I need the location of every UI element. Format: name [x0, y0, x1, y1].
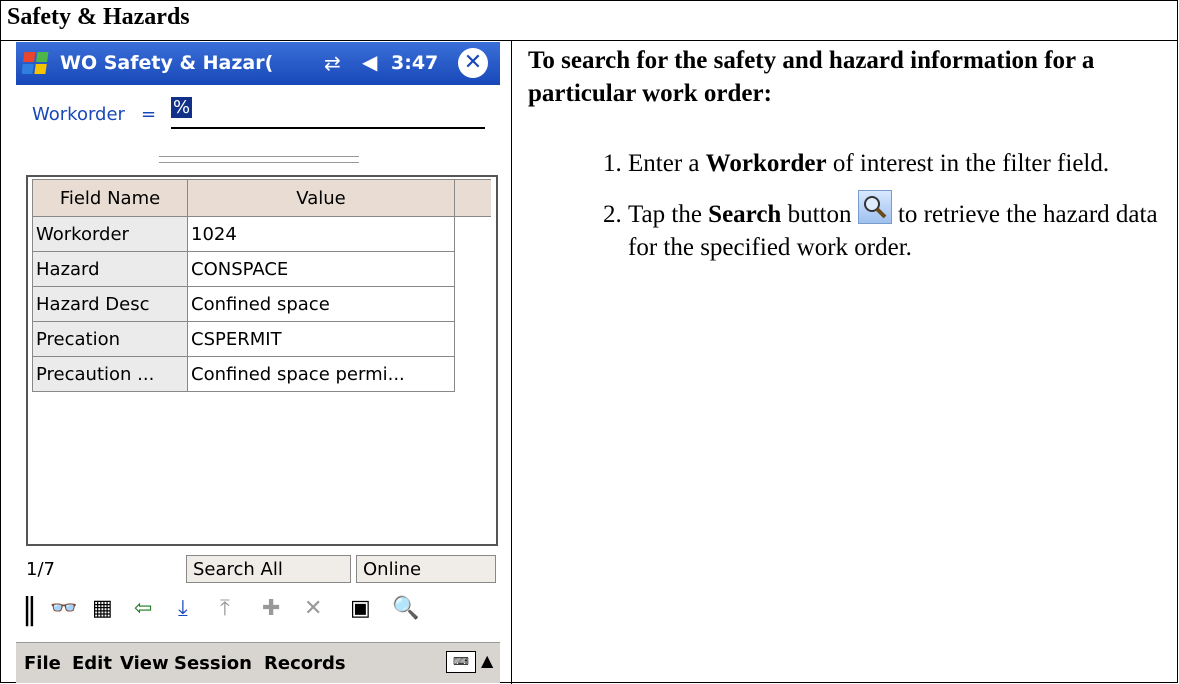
step-2-term: Search: [708, 201, 782, 228]
menu-file[interactable]: File: [24, 653, 61, 674]
cell-field: Workorder: [32, 216, 188, 252]
menu-edit[interactable]: Edit: [72, 653, 112, 674]
results-table: Field Name Value Workorder 1024 Hazard C…: [32, 179, 491, 392]
search-mode-badge[interactable]: Search All: [186, 555, 351, 583]
list-out-icon[interactable]: ⤒: [220, 596, 230, 621]
windows-start-icon[interactable]: [22, 48, 52, 78]
pda-screenshot: WO Safety & Hazar( ⇄ ◀ 3:47 ✕ Workorder …: [16, 42, 500, 683]
status-row: 1/7 Search All Online: [26, 555, 498, 585]
table-row[interactable]: Workorder 1024: [32, 216, 491, 252]
cell-value: CONSPACE: [187, 251, 455, 287]
step-1-term: Workorder: [705, 150, 827, 177]
workorder-filter-input[interactable]: %: [171, 97, 485, 129]
step-2: Tap the Search button to retrieve the ha…: [628, 190, 1173, 264]
toolbar: ‖ 👓 ▦ ⇦ ⤓ ⤒ ✚ ✕ ▣ 🔍: [20, 592, 498, 630]
results-grid[interactable]: Field Name Value Workorder 1024 Hazard C…: [26, 175, 498, 546]
filter-label: Workorder: [32, 104, 125, 125]
add-icon[interactable]: ✚: [262, 596, 280, 621]
filter-operator: =: [141, 104, 157, 125]
cell-value: Confined space: [187, 286, 455, 322]
menu-session[interactable]: Session: [174, 653, 252, 674]
cell-field: Precaution ...: [32, 356, 188, 392]
table-row[interactable]: Hazard Desc Confined space: [32, 286, 491, 322]
close-icon[interactable]: ✕: [458, 48, 488, 78]
cell-field: Precation: [32, 321, 188, 357]
grid-header-row: Field Name Value: [32, 179, 491, 217]
header-field-name[interactable]: Field Name: [32, 179, 188, 217]
header-value[interactable]: Value: [187, 179, 455, 217]
table-row[interactable]: Hazard CONSPACE: [32, 251, 491, 287]
step-1: Enter a Workorder of interest in the fil…: [628, 147, 1173, 180]
glasses-icon[interactable]: 👓: [50, 596, 77, 621]
menu-view[interactable]: View: [120, 653, 169, 674]
table-row[interactable]: Precaution ... Confined space permi...: [32, 356, 491, 392]
splitter[interactable]: [159, 156, 359, 163]
filter-value: %: [171, 97, 193, 118]
cell-field: Hazard: [32, 251, 188, 287]
list-in-icon[interactable]: ⤓: [178, 596, 188, 621]
title-bar: WO Safety & Hazar( ⇄ ◀ 3:47 ✕: [16, 42, 500, 85]
grip-icon[interactable]: ‖: [22, 592, 37, 627]
page-indicator: 1/7: [26, 559, 55, 580]
cell-value: 1024: [187, 216, 455, 252]
connectivity-icon[interactable]: ⇄: [324, 51, 341, 75]
back-arrow-icon[interactable]: ⇦: [134, 596, 152, 621]
menu-records[interactable]: Records: [264, 653, 346, 674]
delete-icon[interactable]: ✕: [304, 596, 322, 621]
menu-bar: File Edit View Session Records ⌨ ▲: [16, 642, 500, 683]
speaker-icon[interactable]: ◀: [362, 50, 377, 74]
app-title: WO Safety & Hazar(: [60, 52, 274, 74]
column-divider: [511, 41, 512, 684]
cell-field: Hazard Desc: [32, 286, 188, 322]
calendar-icon[interactable]: ▦: [92, 596, 113, 621]
instructions: To search for the safety and hazard info…: [528, 44, 1173, 274]
keyboard-icon[interactable]: ⌨: [446, 651, 476, 673]
save-icon[interactable]: ▣: [350, 596, 371, 621]
cell-value: Confined space permi...: [187, 356, 455, 392]
chevron-up-icon[interactable]: ▲: [481, 651, 493, 670]
search-icon[interactable]: 🔍: [392, 596, 419, 621]
section-title: Safety & Hazards: [7, 4, 190, 30]
table-row[interactable]: Precation CSPERMIT: [32, 321, 491, 357]
instructions-heading: To search for the safety and hazard info…: [528, 47, 1095, 107]
header-spacer: [454, 179, 491, 217]
section-title-row: Safety & Hazards: [1, 1, 1177, 41]
connection-status: Online: [356, 555, 496, 583]
search-icon: [857, 190, 892, 224]
steps-list: Enter a Workorder of interest in the fil…: [528, 147, 1173, 264]
clock[interactable]: 3:47: [391, 52, 438, 74]
cell-value: CSPERMIT: [187, 321, 455, 357]
